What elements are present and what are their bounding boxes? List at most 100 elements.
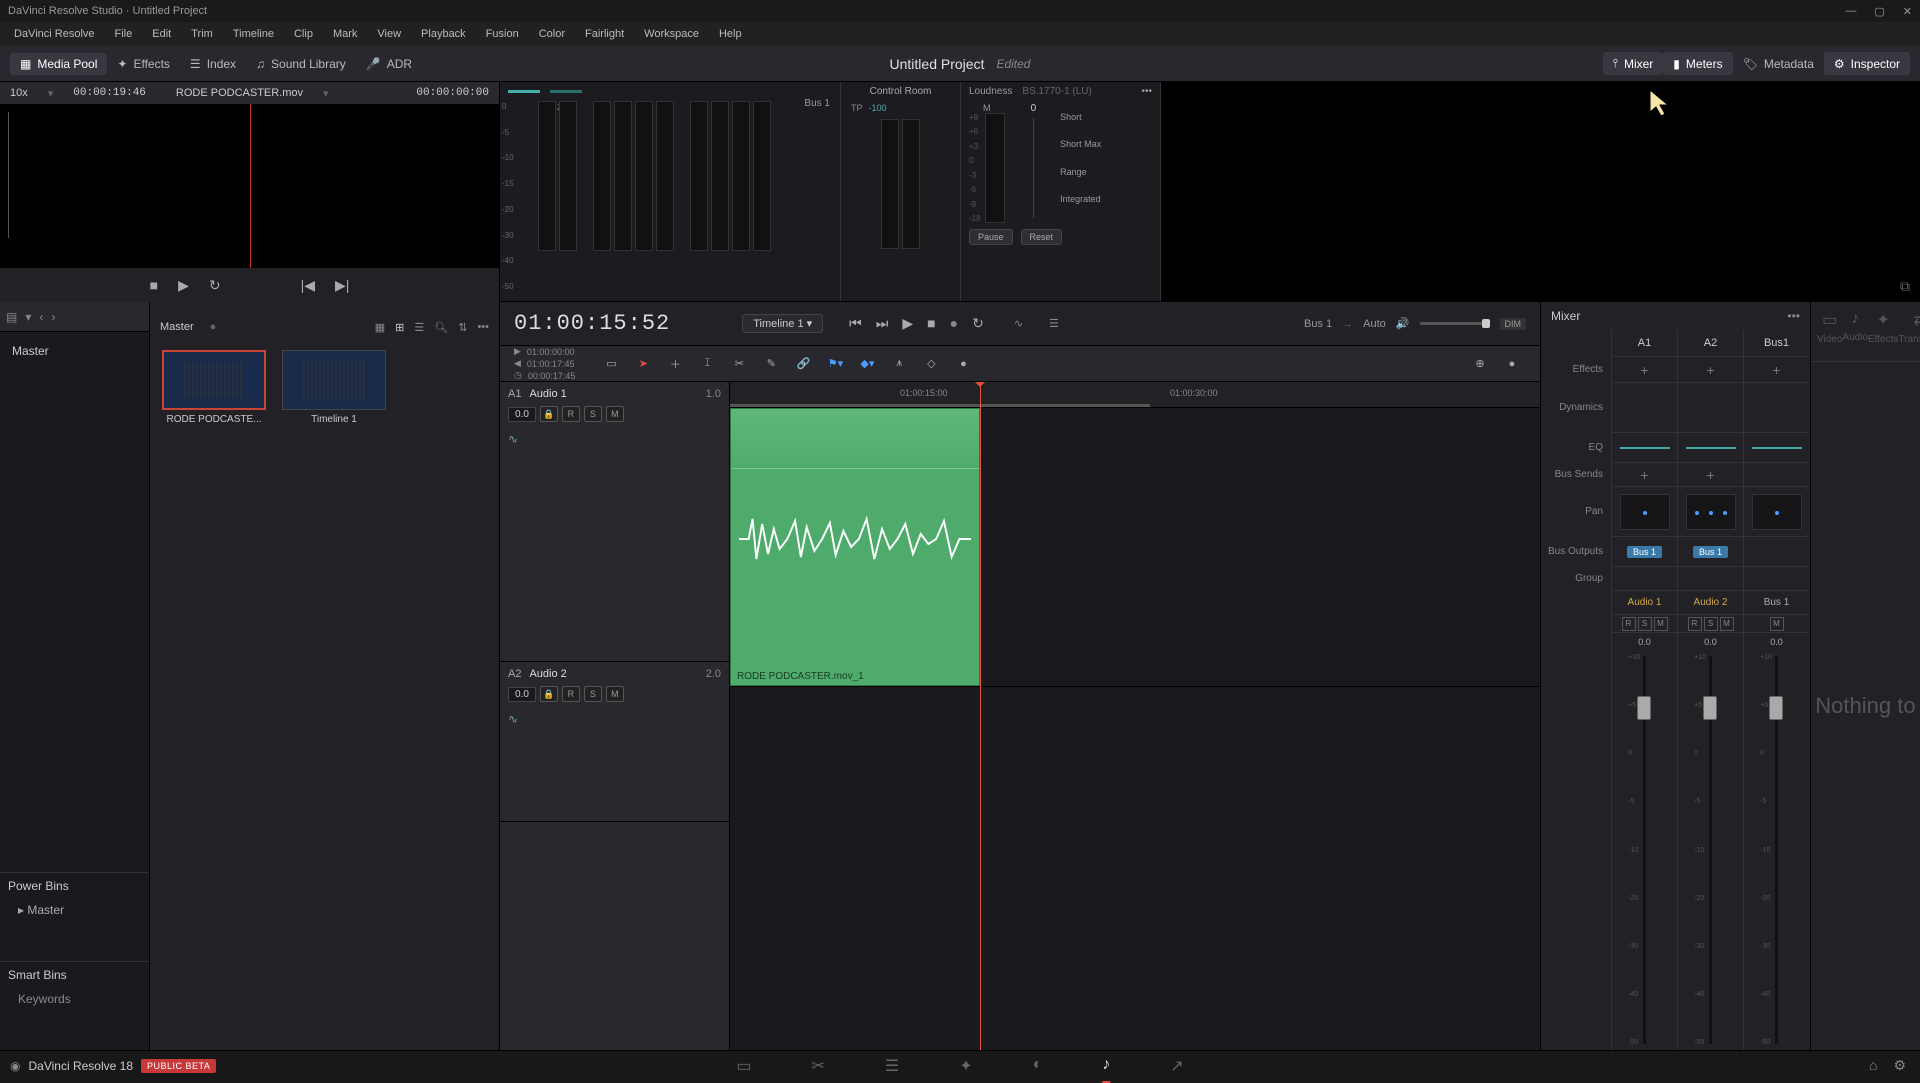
solo-button[interactable]: S	[584, 406, 602, 422]
rewind-button[interactable]: ⏮	[849, 315, 862, 332]
add-send-button[interactable]: +	[1640, 467, 1648, 483]
add-effect-button[interactable]: +	[1706, 362, 1714, 378]
monitor-bus[interactable]: Bus 1	[1304, 318, 1332, 330]
toolbar-media-pool[interactable]: ▦Media Pool	[10, 53, 107, 75]
draw-tool[interactable]: ✎	[757, 352, 785, 376]
timeline-canvas[interactable]: 01:00:15:00 01:00:30:00 RODE PODCASTER.m…	[730, 382, 1540, 1050]
pan-slot[interactable]	[1612, 486, 1677, 536]
menu-fusion[interactable]: Fusion	[476, 25, 529, 43]
close-button[interactable]: ✕	[1903, 5, 1912, 18]
menu-view[interactable]: View	[367, 25, 411, 43]
lock-icon[interactable]: 🔒	[540, 686, 558, 702]
monitor-auto[interactable]: Auto	[1363, 318, 1386, 330]
snap-tool[interactable]: ◇	[917, 352, 945, 376]
link-tool[interactable]: 🔗	[789, 352, 817, 376]
clip-thumb[interactable]: RODE PODCASTE...	[160, 350, 268, 425]
inspector-tab-effects[interactable]: ✦Effects	[1868, 310, 1898, 353]
menu-edit[interactable]: Edit	[142, 25, 181, 43]
fusion-page-icon[interactable]: ✦	[959, 1056, 972, 1076]
source-play-button[interactable]: ▶	[178, 277, 189, 294]
fastfwd-button[interactable]: ⏭	[876, 315, 889, 332]
solo-button[interactable]: S	[584, 686, 602, 702]
mute-button[interactable]: M	[606, 406, 624, 422]
toolbar-effects[interactable]: ✦Effects	[107, 53, 180, 75]
source-prev-button[interactable]: |◀	[301, 277, 315, 294]
toolbar-index[interactable]: ☰Index	[180, 53, 246, 75]
eq-slot[interactable]	[1678, 432, 1743, 462]
toolbar-mixer[interactable]: ⫯Mixer	[1603, 52, 1664, 75]
mixer-strip-a2[interactable]: A2 + + Bus 1 Audio 2 RSM 0.0 +10+50-5-10…	[1677, 330, 1743, 1050]
dynamics-slot[interactable]	[1612, 382, 1677, 432]
add-effect-button[interactable]: +	[1640, 362, 1648, 378]
pan-slot[interactable]	[1678, 486, 1743, 536]
smart-bin-keywords[interactable]: Keywords	[0, 988, 149, 1010]
menu-help[interactable]: Help	[709, 25, 752, 43]
menu-mark[interactable]: Mark	[323, 25, 367, 43]
pool-menu-icon[interactable]: •••	[477, 321, 489, 333]
inspector-tab-transition[interactable]: ⇄Transition	[1898, 310, 1920, 353]
media-page-icon[interactable]: ▭	[736, 1056, 751, 1076]
source-stop-button[interactable]: ■	[150, 277, 158, 293]
add-effect-button[interactable]: +	[1772, 362, 1780, 378]
flag-tool[interactable]: ⚑▾	[821, 352, 849, 376]
group-slot[interactable]	[1678, 566, 1743, 590]
sort-icon[interactable]: ⇅	[458, 321, 467, 334]
source-loop-button[interactable]: ↻	[209, 277, 221, 294]
track-header-a2[interactable]: A2Audio 22.0 0.0 🔒 R S M ∿	[500, 662, 729, 822]
loudness-pause-button[interactable]: Pause	[969, 229, 1013, 245]
menu-clip[interactable]: Clip	[284, 25, 323, 43]
edit-page-icon[interactable]: ☰	[885, 1056, 899, 1076]
arm-button[interactable]: R	[562, 406, 580, 422]
monitor-volume-slider[interactable]	[1420, 322, 1490, 325]
timeline-selector[interactable]: Timeline 1 ▾	[742, 314, 823, 333]
source-canvas[interactable]	[0, 104, 499, 268]
loudness-reset-button[interactable]: Reset	[1021, 229, 1063, 245]
mute-button[interactable]: M	[606, 686, 624, 702]
bus-output-chip[interactable]: Bus 1	[1693, 546, 1728, 558]
minimize-button[interactable]: —	[1845, 5, 1856, 18]
menu-file[interactable]: File	[105, 25, 143, 43]
marker-tool[interactable]: ◆▾	[853, 352, 881, 376]
zoom-fit-icon[interactable]: ⊕	[1466, 352, 1494, 376]
speaker-icon[interactable]: 🔊	[1396, 317, 1410, 330]
power-bin-master[interactable]: ▸ Master	[0, 899, 149, 921]
fairlight-page-icon[interactable]: ♪	[1102, 1056, 1110, 1076]
audio-clip[interactable]: RODE PODCASTER.mov_1	[730, 408, 980, 686]
pool-list-icon[interactable]: ▤	[6, 310, 17, 324]
menu-workspace[interactable]: Workspace	[634, 25, 709, 43]
razor-tool[interactable]: ✂	[725, 352, 753, 376]
transient-tool[interactable]: ⩚	[885, 352, 913, 376]
menu-fairlight[interactable]: Fairlight	[575, 25, 634, 43]
playhead[interactable]	[980, 382, 981, 1050]
mixer-icon[interactable]: ☰	[1049, 317, 1059, 330]
smart-bins-label[interactable]: Smart Bins	[0, 961, 149, 988]
pool-list2-icon[interactable]: ☰	[414, 321, 424, 334]
toolbar-metadata[interactable]: 🏷Metadata	[1733, 52, 1824, 75]
automation-icon[interactable]: ∿	[1014, 317, 1023, 330]
lock-icon[interactable]: 🔒	[540, 406, 558, 422]
bin-master[interactable]: Master	[8, 340, 141, 362]
arm-button[interactable]: R	[562, 686, 580, 702]
pan-slot[interactable]	[1744, 486, 1809, 536]
clip-thumb[interactable]: Timeline 1	[280, 350, 388, 425]
source-speed[interactable]: 10x	[10, 87, 28, 99]
popout-icon[interactable]: ⧉	[1900, 278, 1910, 295]
inspector-tab-video[interactable]: ▭Video	[1817, 310, 1842, 353]
settings-icon[interactable]: ⚙	[1893, 1057, 1906, 1074]
deliver-page-icon[interactable]: ↗	[1170, 1056, 1183, 1076]
zoom-slider-icon[interactable]: ●	[1498, 352, 1526, 376]
menu-trim[interactable]: Trim	[181, 25, 223, 43]
mixer-strip-a1[interactable]: A1 + + Bus 1 Audio 1 RSM 0.0 +10+50-5-10…	[1611, 330, 1677, 1050]
toolbar-inspector[interactable]: ⚙Inspector	[1824, 52, 1910, 75]
dynamics-slot[interactable]	[1744, 382, 1809, 432]
edit-tool[interactable]: 𝙸	[693, 352, 721, 376]
fader[interactable]: +10+50-5-10-20-30-40-50	[1709, 650, 1712, 1050]
bus-output-chip[interactable]: Bus 1	[1627, 546, 1662, 558]
chevron-left-icon[interactable]: ‹	[39, 310, 43, 324]
home-icon[interactable]: ⌂	[1869, 1057, 1877, 1074]
group-slot[interactable]	[1612, 566, 1677, 590]
selection-tool[interactable]: ➤	[629, 352, 657, 376]
video-preview[interactable]: ⧉	[1160, 82, 1920, 301]
dim-button[interactable]: DIM	[1500, 318, 1527, 330]
inspector-tab-audio[interactable]: ♪Audio	[1842, 310, 1868, 353]
